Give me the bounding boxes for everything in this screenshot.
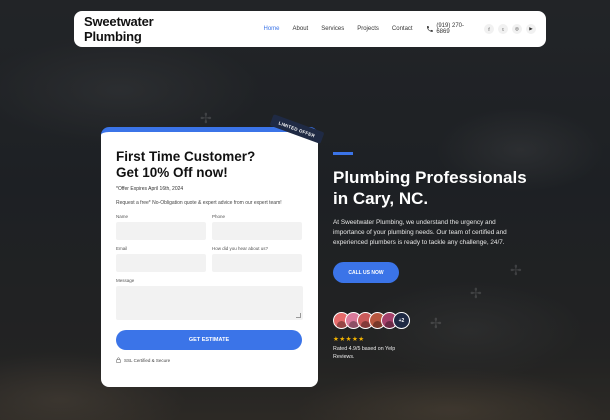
request-text: Request a free* No-Obligation quote & ex…	[116, 200, 282, 206]
phone-label: Phone	[212, 214, 226, 219]
star-rating-icon: ★★★★★	[333, 336, 365, 343]
phone-icon	[426, 26, 433, 32]
email-field-group: Email	[116, 246, 206, 272]
facebook-icon[interactable]: f	[484, 24, 494, 34]
form-title-line2: Get 10% Off now!	[116, 165, 228, 180]
twitter-icon[interactable]: t	[498, 24, 508, 34]
brand-logo[interactable]: Sweetwater Plumbing	[84, 14, 211, 44]
estimate-form-card: LIMITED OFFER First Time Customer? Get 1…	[101, 114, 325, 387]
hero-description: At Sweetwater Plumbing, we understand th…	[333, 219, 507, 246]
rating-text: Rated 4.9/5 based on Yelp Reviews.	[333, 346, 396, 360]
social-links: f t ◎ ▶	[484, 24, 536, 34]
phone-input[interactable]	[212, 222, 302, 240]
wind-turbine-icon: ✢	[470, 285, 482, 301]
name-label: Name	[116, 214, 129, 219]
call-us-now-button[interactable]: CALL US NOW	[333, 262, 399, 283]
name-input[interactable]	[116, 222, 206, 240]
hero-title-line2: in Cary, NC.	[333, 189, 429, 208]
wind-turbine-icon: ✢	[430, 315, 442, 331]
top-navbar: Sweetwater Plumbing Home About Services …	[74, 11, 546, 47]
nav-link-about[interactable]: About	[293, 26, 309, 32]
lock-icon	[116, 357, 121, 363]
wind-turbine-icon: ✢	[200, 110, 212, 126]
reviewer-avatars: +2	[333, 312, 410, 329]
form-title-line1: First Time Customer?	[116, 149, 256, 164]
nav-link-contact[interactable]: Contact	[392, 26, 413, 32]
extra-reviewers-badge: +2	[393, 312, 410, 329]
message-field-group: Message	[116, 278, 303, 320]
referral-field-group: How did you hear about us?	[212, 246, 302, 272]
main-menu: Home About Services Projects Contact	[264, 26, 426, 32]
email-input[interactable]	[116, 254, 206, 272]
phone-link[interactable]: (919) 270-6869	[426, 23, 476, 35]
form-title: First Time Customer? Get 10% Off now!	[116, 149, 303, 181]
phone-field-group: Phone	[212, 214, 302, 240]
name-field-group: Name	[116, 214, 206, 240]
offer-expiry: *Offer Expires April 16th, 2024	[116, 186, 184, 192]
youtube-icon[interactable]: ▶	[526, 24, 536, 34]
message-textarea[interactable]	[116, 286, 303, 320]
hero-title-line1: Plumbing Professionals	[333, 168, 527, 187]
phone-number: (919) 270-6869	[436, 23, 465, 35]
referral-input[interactable]	[212, 254, 302, 272]
ssl-text: SSL Certified & Secure	[124, 357, 171, 363]
ssl-notice: SSL Certified & Secure	[116, 357, 303, 363]
wind-turbine-icon: ✢	[510, 262, 522, 278]
form-fields: Name Phone Email How did you hear about …	[116, 214, 303, 278]
accent-divider	[333, 152, 353, 155]
referral-label: How did you hear about us?	[212, 246, 269, 251]
nav-link-projects[interactable]: Projects	[357, 26, 379, 32]
nav-link-home[interactable]: Home	[264, 26, 280, 32]
email-label: Email	[116, 246, 128, 251]
get-estimate-button[interactable]: GET ESTIMATE	[116, 330, 302, 350]
message-label: Message	[116, 278, 135, 283]
hero-title: Plumbing Professionals in Cary, NC.	[333, 167, 543, 209]
nav-link-services[interactable]: Services	[321, 26, 344, 32]
instagram-icon[interactable]: ◎	[512, 24, 522, 34]
